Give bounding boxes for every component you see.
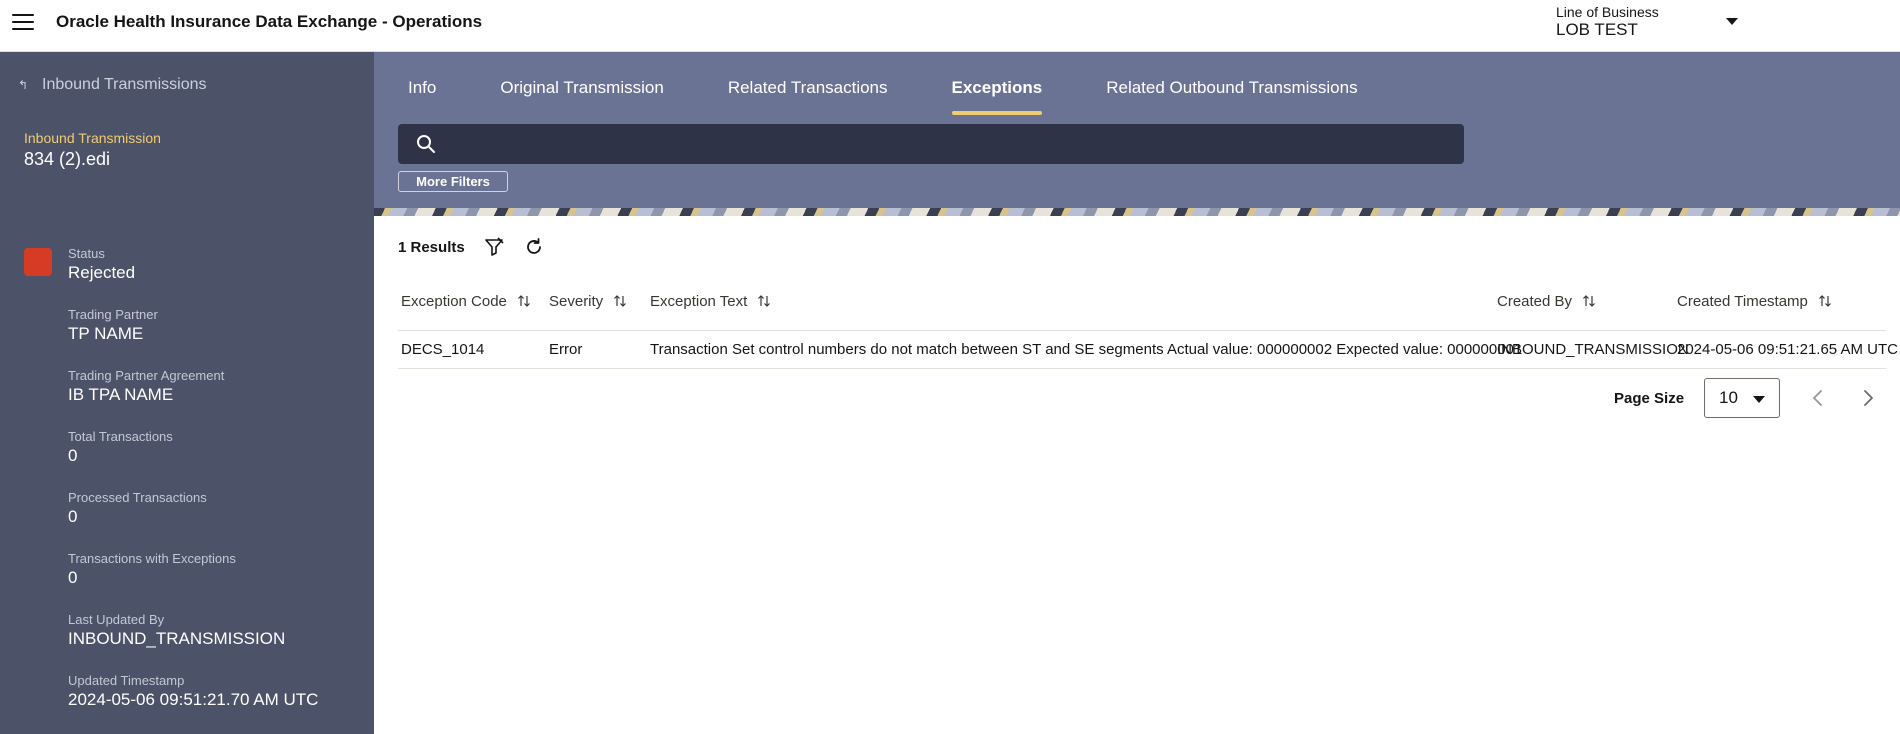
field-label: Trading Partner	[68, 307, 158, 322]
field-label: Updated Timestamp	[68, 673, 185, 688]
column-header-label: Created By	[1497, 292, 1573, 310]
field-label: Total Transactions	[68, 429, 173, 444]
sort-icon	[517, 295, 530, 307]
field-value: INBOUND_TRANSMISSION	[68, 629, 286, 648]
field-label: Transactions with Exceptions	[68, 551, 236, 566]
tab-related-transactions[interactable]: Related Transactions	[728, 52, 888, 118]
status-indicator	[24, 248, 52, 276]
entity-type-label: Inbound Transmission	[24, 130, 161, 146]
clear-filter-icon[interactable]	[483, 236, 505, 258]
lob-label: Line of Business	[1556, 4, 1659, 20]
field-processed-transactions: Processed Transactions 0	[68, 490, 207, 527]
page-size-label: Page Size	[1614, 389, 1685, 407]
column-header-label: Severity	[549, 292, 604, 310]
caret-down-icon	[1753, 396, 1766, 403]
field-last-updated-by: Last Updated By INBOUND_TRANSMISSION	[68, 612, 285, 649]
caret-down-icon	[1726, 18, 1738, 25]
lob-value: LOB TEST	[1556, 20, 1638, 39]
app-title: Oracle Health Insurance Data Exchange - …	[56, 12, 483, 31]
cell-severity: Error	[549, 341, 583, 358]
back-link-inbound-transmissions[interactable]: ↰ Inbound Transmissions	[18, 76, 207, 94]
field-label: Processed Transactions	[68, 490, 207, 505]
column-header-severity[interactable]: Severity	[549, 286, 627, 316]
sort-icon	[1818, 295, 1831, 307]
column-header-label: Exception Text	[650, 292, 748, 310]
column-header-created-timestamp[interactable]: Created Timestamp	[1677, 286, 1832, 316]
chevron-left-icon[interactable]	[1806, 386, 1830, 410]
column-header-label: Exception Code	[401, 292, 507, 310]
search-icon	[417, 135, 435, 153]
back-link-label: Inbound Transmissions	[42, 76, 207, 93]
field-trading-partner-agreement: Trading Partner Agreement IB TPA NAME	[68, 368, 224, 405]
cell-exception-code: DECS_1014	[401, 341, 485, 358]
field-label: Status	[68, 246, 105, 261]
search-bar	[398, 124, 1464, 164]
tab-info[interactable]: Info	[408, 52, 436, 118]
column-header-created-by[interactable]: Created By	[1497, 286, 1596, 316]
field-value: 2024-05-06 09:51:21.70 AM UTC	[68, 690, 319, 709]
field-trading-partner: Trading Partner TP NAME	[68, 307, 158, 344]
refresh-icon[interactable]	[523, 236, 545, 258]
results-count: 1 Results	[398, 238, 465, 256]
pagination: Page Size 10	[1614, 378, 1880, 418]
tab-related-outbound-transmissions[interactable]: Related Outbound Transmissions	[1106, 52, 1357, 118]
decorative-pattern-strip	[374, 208, 1900, 216]
field-value: 0	[68, 507, 78, 526]
page-size-select[interactable]: 10	[1704, 378, 1781, 418]
more-filters-button[interactable]: More Filters	[398, 171, 508, 192]
details-sidebar: ↰ Inbound Transmissions Inbound Transmis…	[0, 52, 374, 734]
search-input[interactable]	[450, 124, 1450, 164]
table-row[interactable]: DECS_1014 Error Transaction Set control …	[398, 331, 1898, 369]
cell-created-by: INBOUND_TRANSMISSION	[1497, 341, 1689, 358]
field-label: Trading Partner Agreement	[68, 368, 225, 383]
tab-exceptions[interactable]: Exceptions	[951, 52, 1042, 118]
field-value: 0	[68, 446, 78, 465]
sort-icon	[758, 295, 771, 307]
entity-name: 834 (2).edi	[24, 149, 111, 169]
field-value: 0	[68, 568, 78, 587]
page-size-value: 10	[1719, 388, 1738, 407]
column-header-label: Created Timestamp	[1677, 292, 1808, 310]
tab-original-transmission[interactable]: Original Transmission	[500, 52, 663, 118]
app-header: Oracle Health Insurance Data Exchange - …	[0, 0, 1900, 52]
sort-icon	[1583, 295, 1595, 307]
sort-icon	[614, 295, 627, 307]
field-value: TP NAME	[68, 324, 144, 343]
field-value: IB TPA NAME	[68, 385, 174, 404]
column-header-exception-code[interactable]: Exception Code	[401, 286, 531, 316]
tab-bar: Info Original Transmission Related Trans…	[374, 52, 1358, 118]
cell-exception-text: Transaction Set control numbers do not m…	[650, 341, 1523, 358]
main-toolbar: Info Original Transmission Related Trans…	[374, 52, 1900, 208]
field-status: Status Rejected	[68, 246, 135, 283]
hamburger-icon[interactable]	[12, 14, 34, 32]
field-label: Last Updated By	[68, 612, 165, 627]
field-transactions-with-exceptions: Transactions with Exceptions 0	[68, 551, 236, 588]
back-arrow-icon: ↰	[18, 78, 29, 92]
field-value: Rejected	[68, 263, 136, 282]
field-updated-timestamp: Updated Timestamp 2024-05-06 09:51:21.70…	[68, 673, 318, 710]
results-bar: 1 Results	[398, 236, 545, 258]
column-header-exception-text[interactable]: Exception Text	[650, 286, 771, 316]
cell-created-timestamp: 2024-05-06 09:51:21.65 AM UTC	[1677, 341, 1898, 358]
line-of-business-select[interactable]: Line of Business LOB TEST	[1556, 5, 1746, 39]
chevron-right-icon[interactable]	[1856, 386, 1880, 410]
field-total-transactions: Total Transactions 0	[68, 429, 173, 466]
